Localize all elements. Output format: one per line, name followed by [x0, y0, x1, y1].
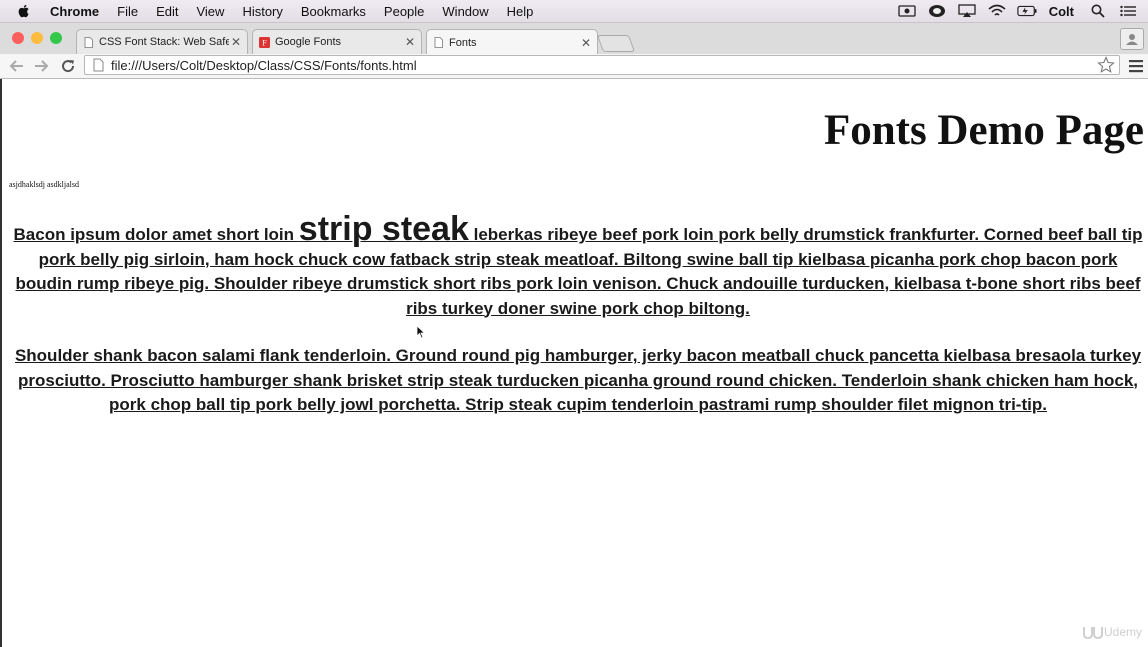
bookmark-star-icon[interactable]	[1097, 56, 1115, 74]
tab-title: CSS Font Stack: Web Safe	[99, 36, 229, 48]
udemy-watermark: Udemy	[1082, 625, 1142, 639]
back-arrow-icon	[9, 60, 23, 72]
tab-css-font-stack[interactable]: CSS Font Stack: Web Safe ✕	[76, 29, 248, 54]
tab-strip: CSS Font Stack: Web Safe ✕ F Google Font…	[0, 23, 1148, 55]
window-zoom-button[interactable]	[50, 32, 62, 44]
address-bar[interactable]	[84, 55, 1120, 75]
browser-toolbar	[0, 54, 1148, 79]
reload-icon	[62, 60, 75, 73]
large-strip-steak: strip steak	[298, 210, 469, 248]
menu-view[interactable]: View	[196, 4, 224, 19]
menubar-status-area: Colt	[897, 0, 1148, 22]
tab-close-icon[interactable]: ✕	[403, 35, 417, 49]
page-heading: Fonts Demo Page	[823, 107, 1144, 154]
mouse-cursor-icon	[416, 325, 426, 339]
spotlight-search-icon[interactable]	[1088, 4, 1108, 18]
menu-help[interactable]: Help	[507, 4, 534, 19]
menu-history[interactable]: History	[242, 4, 282, 19]
tab-close-icon[interactable]: ✕	[229, 35, 243, 49]
profile-button[interactable]	[1120, 28, 1144, 50]
notification-center-icon[interactable]	[1118, 4, 1138, 18]
mac-menubar: Chrome File Edit View History Bookmarks …	[0, 0, 1148, 23]
paragraph-2: Shoulder shank bacon salami flank tender…	[14, 346, 1142, 414]
menu-bookmarks[interactable]: Bookmarks	[301, 4, 366, 19]
chrome-menu-icon[interactable]	[1128, 58, 1144, 74]
menu-app-name[interactable]: Chrome	[50, 4, 99, 19]
tab-fonts[interactable]: Fonts ✕	[426, 29, 598, 55]
creative-cloud-icon[interactable]	[927, 4, 947, 18]
document-icon	[84, 36, 93, 48]
person-icon	[1126, 34, 1138, 45]
google-fonts-icon: F	[259, 36, 270, 48]
tab-close-icon[interactable]: ✕	[579, 36, 593, 50]
window-close-button[interactable]	[12, 32, 24, 44]
menu-file[interactable]: File	[117, 4, 138, 19]
url-input[interactable]	[111, 57, 1097, 73]
wifi-icon[interactable]	[987, 4, 1007, 18]
tab-title: Google Fonts	[275, 36, 342, 48]
menu-edit[interactable]: Edit	[156, 4, 178, 19]
menu-people[interactable]: People	[384, 4, 424, 19]
document-icon	[434, 37, 443, 48]
tab-google-fonts[interactable]: F Google Fonts ✕	[252, 29, 422, 54]
page-icon	[93, 58, 104, 72]
screen-record-icon[interactable]	[897, 4, 917, 18]
watermark-text: Udemy	[1103, 625, 1142, 639]
forward-button[interactable]	[32, 57, 50, 75]
battery-icon[interactable]	[1017, 4, 1037, 18]
airplay-icon[interactable]	[957, 4, 977, 18]
svg-text:F: F	[262, 38, 267, 47]
apple-icon[interactable]	[16, 3, 32, 19]
paragraph-1-start: Bacon ipsum dolor amet short loin	[13, 225, 295, 244]
window-minimize-button[interactable]	[31, 32, 43, 44]
menu-window[interactable]: Window	[442, 4, 488, 19]
tab-title: Fonts	[449, 36, 477, 49]
udemy-logo-icon	[1082, 627, 1103, 639]
reload-button[interactable]	[59, 57, 77, 75]
forward-arrow-icon	[35, 60, 49, 72]
back-button[interactable]	[8, 57, 26, 75]
paragraph-1: Bacon ipsum dolor amet short loin strip …	[10, 212, 1146, 321]
new-tab-button[interactable]	[596, 35, 636, 52]
menubar-user-name[interactable]: Colt	[1049, 4, 1074, 19]
small-text: asjdhaklsdj asdkljalsd	[9, 180, 79, 189]
page-content: Fonts Demo Page asjdhaklsdj asdkljalsd B…	[0, 79, 1148, 647]
